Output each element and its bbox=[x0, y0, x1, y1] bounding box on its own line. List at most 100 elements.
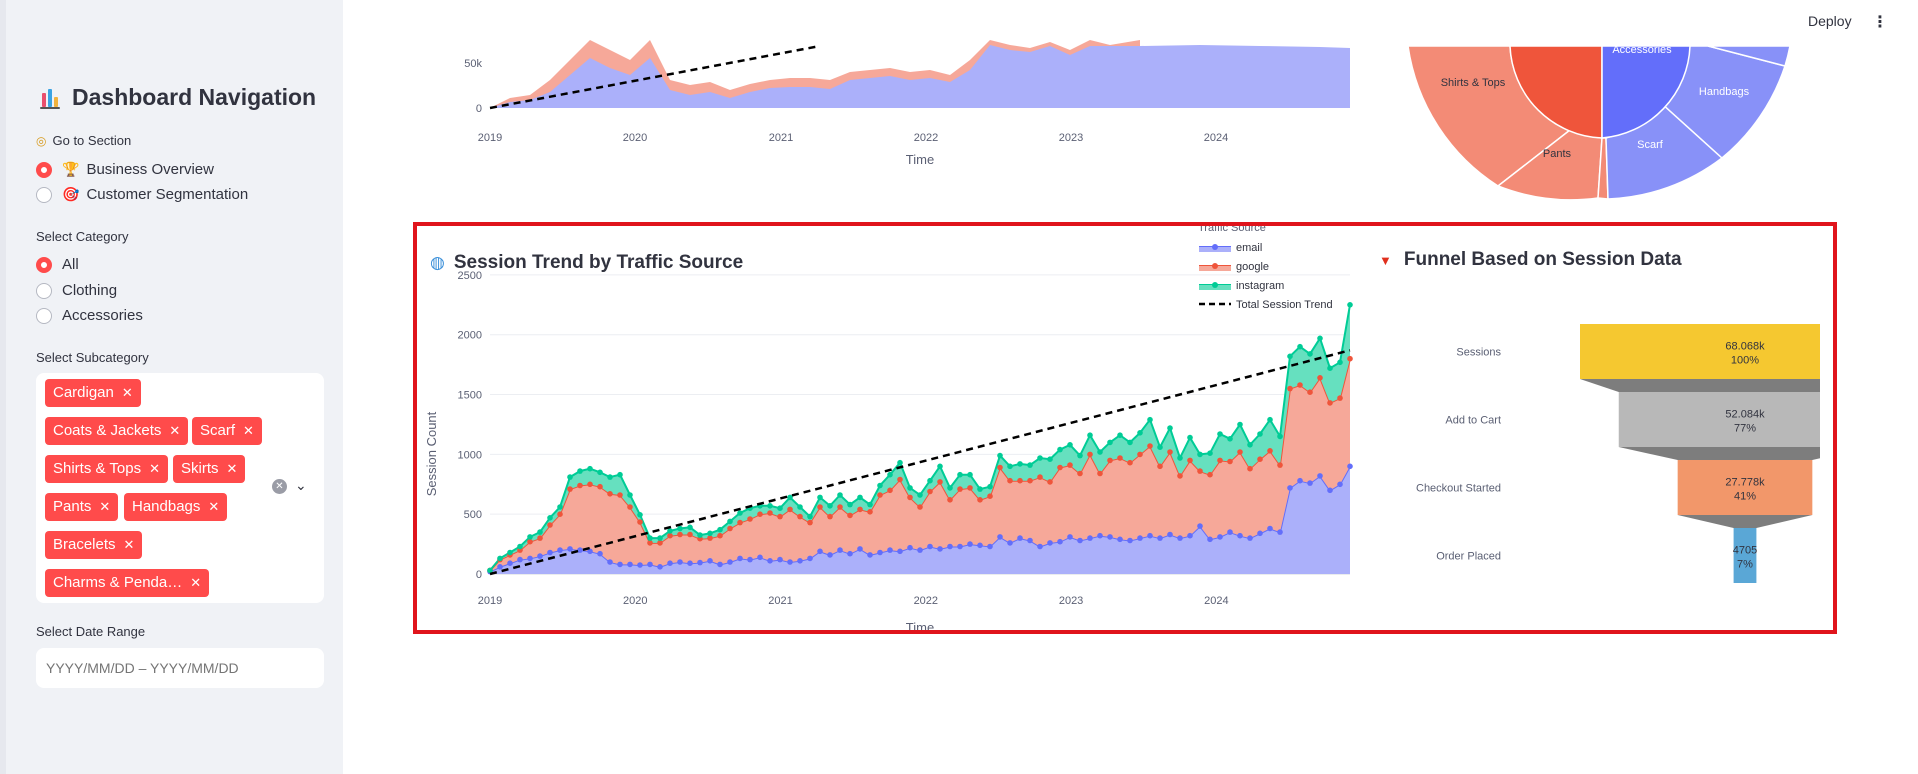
legend-item-total-trend[interactable]: Total Session Trend bbox=[1199, 299, 1333, 311]
trend-point-instagram bbox=[1217, 431, 1223, 437]
legend-marker-email bbox=[1212, 244, 1218, 250]
tag-charms-pendants[interactable]: Charms & Penda… ✕ bbox=[45, 569, 210, 597]
category-option-accessories[interactable]: Accessories bbox=[36, 307, 143, 324]
remove-tag-icon[interactable]: ✕ bbox=[208, 499, 219, 514]
trend-point-google bbox=[717, 532, 723, 539]
tag-shirts-tops[interactable]: Shirts & Tops ✕ bbox=[45, 455, 169, 483]
chevron-down-icon[interactable]: ⌄ bbox=[295, 477, 307, 494]
trend-point-email bbox=[1207, 536, 1213, 543]
trend-point-instagram bbox=[1067, 442, 1073, 448]
trend-point-email bbox=[1037, 543, 1043, 550]
trend-point-google bbox=[607, 491, 613, 497]
trend-point-google bbox=[847, 512, 853, 519]
trend-point-email bbox=[947, 543, 953, 550]
trend-x-tick: 2019 bbox=[478, 595, 502, 607]
top-pie-chart: Accessories Shirts & Tops Handbags Pants… bbox=[1407, 46, 1791, 201]
legend-title: Traffic Source bbox=[1198, 226, 1266, 234]
trend-point-instagram bbox=[987, 483, 993, 490]
trend-point-google bbox=[537, 535, 543, 541]
trend-point-email bbox=[667, 560, 673, 566]
trend-point-google bbox=[797, 513, 803, 520]
trend-point-email bbox=[737, 555, 743, 562]
tag-bracelets[interactable]: Bracelets ✕ bbox=[45, 531, 143, 559]
remove-tag-icon[interactable]: ✕ bbox=[149, 461, 160, 476]
kebab-menu-icon[interactable]: ⋮ bbox=[1872, 12, 1888, 32]
top-chart-x-tick: 2020 bbox=[623, 132, 647, 144]
trend-point-google bbox=[687, 531, 693, 538]
trend-point-email bbox=[1277, 529, 1283, 535]
remove-tag-icon[interactable]: ✕ bbox=[243, 423, 254, 438]
tag-skirts[interactable]: Skirts ✕ bbox=[173, 455, 246, 483]
legend-label-email: email bbox=[1236, 242, 1262, 254]
trend-point-email bbox=[777, 556, 783, 563]
trend-point-instagram bbox=[577, 468, 583, 474]
category-option-all[interactable]: All bbox=[36, 256, 79, 273]
funnel-stage-label: Checkout Started bbox=[1416, 483, 1501, 495]
trend-point-instagram bbox=[947, 485, 953, 491]
tag-scarf[interactable]: Scarf ✕ bbox=[192, 417, 262, 445]
trend-point-instagram bbox=[1097, 449, 1103, 455]
radio-button[interactable] bbox=[36, 307, 52, 324]
radio-button[interactable] bbox=[36, 282, 52, 299]
trend-point-google bbox=[1187, 457, 1193, 464]
trend-point-google bbox=[597, 483, 603, 490]
top-chart-x-label: Time bbox=[906, 152, 934, 167]
section-option-customer-segmentation[interactable]: 🎯 Customer Segmentation bbox=[36, 186, 248, 203]
trend-point-instagram bbox=[907, 485, 913, 491]
trend-point-google bbox=[1197, 468, 1203, 474]
trend-point-instagram bbox=[827, 503, 833, 509]
tag-cardigan[interactable]: Cardigan ✕ bbox=[45, 379, 141, 407]
category-option-clothing[interactable]: Clothing bbox=[36, 282, 117, 299]
trend-point-instagram bbox=[1157, 444, 1163, 450]
tag-coats-jackets[interactable]: Coats & Jackets ✕ bbox=[45, 417, 189, 445]
remove-tag-icon[interactable]: ✕ bbox=[99, 499, 110, 514]
trend-point-google bbox=[577, 482, 583, 489]
legend-item-email[interactable]: email bbox=[1199, 242, 1262, 254]
date-range-input[interactable] bbox=[36, 648, 324, 688]
trend-point-google bbox=[637, 519, 643, 525]
remove-tag-icon[interactable]: ✕ bbox=[122, 385, 133, 400]
trend-point-instagram bbox=[1307, 351, 1313, 357]
trend-point-google bbox=[867, 509, 873, 515]
trend-point-instagram bbox=[1287, 353, 1293, 360]
pie-label-pants: Pants bbox=[1543, 148, 1572, 160]
trend-point-google bbox=[627, 504, 633, 510]
trend-point-instagram bbox=[537, 529, 543, 535]
trend-point-instagram bbox=[607, 474, 613, 480]
trend-point-instagram bbox=[1077, 452, 1083, 459]
trend-point-instagram bbox=[1317, 335, 1323, 342]
trend-point-instagram bbox=[597, 469, 603, 476]
trend-point-email bbox=[817, 548, 823, 555]
funnel-heading: ▼ Funnel Based on Session Data bbox=[1379, 249, 1682, 271]
remove-tag-icon[interactable]: ✕ bbox=[124, 537, 135, 552]
remove-tag-icon[interactable]: ✕ bbox=[169, 423, 180, 438]
date-range-label: Select Date Range bbox=[36, 624, 146, 639]
trend-point-email bbox=[567, 546, 573, 552]
deploy-button[interactable]: Deploy bbox=[1808, 13, 1852, 29]
clear-all-icon[interactable]: ✕ bbox=[272, 479, 287, 494]
legend-marker-google bbox=[1212, 263, 1218, 269]
trend-point-google bbox=[1087, 451, 1093, 458]
top-chart-x-tick: 2021 bbox=[769, 132, 793, 144]
legend-item-instagram[interactable]: instagram bbox=[1199, 280, 1284, 292]
trend-point-instagram bbox=[1057, 446, 1063, 453]
funnel-value: 27.778k bbox=[1725, 477, 1765, 489]
trend-point-instagram bbox=[937, 463, 943, 470]
target-icon: 🎯 bbox=[62, 186, 80, 202]
trend-point-instagram bbox=[557, 504, 563, 510]
tag-handbags[interactable]: Handbags ✕ bbox=[124, 493, 228, 521]
trend-point-email bbox=[787, 559, 793, 565]
trend-point-google bbox=[827, 513, 833, 520]
radio-button[interactable] bbox=[36, 186, 52, 203]
trend-point-google bbox=[747, 516, 753, 522]
trend-point-instagram bbox=[807, 513, 813, 520]
remove-tag-icon[interactable]: ✕ bbox=[227, 461, 238, 476]
section-option-business-overview[interactable]: 🏆 Business Overview bbox=[36, 161, 214, 178]
trend-point-google bbox=[1137, 451, 1143, 458]
remove-tag-icon[interactable]: ✕ bbox=[190, 575, 201, 590]
legend-item-google[interactable]: google bbox=[1199, 261, 1269, 273]
radio-button[interactable] bbox=[36, 161, 52, 178]
tag-pants[interactable]: Pants ✕ bbox=[45, 493, 119, 521]
radio-button[interactable] bbox=[36, 256, 52, 273]
trend-point-google bbox=[1107, 457, 1113, 464]
